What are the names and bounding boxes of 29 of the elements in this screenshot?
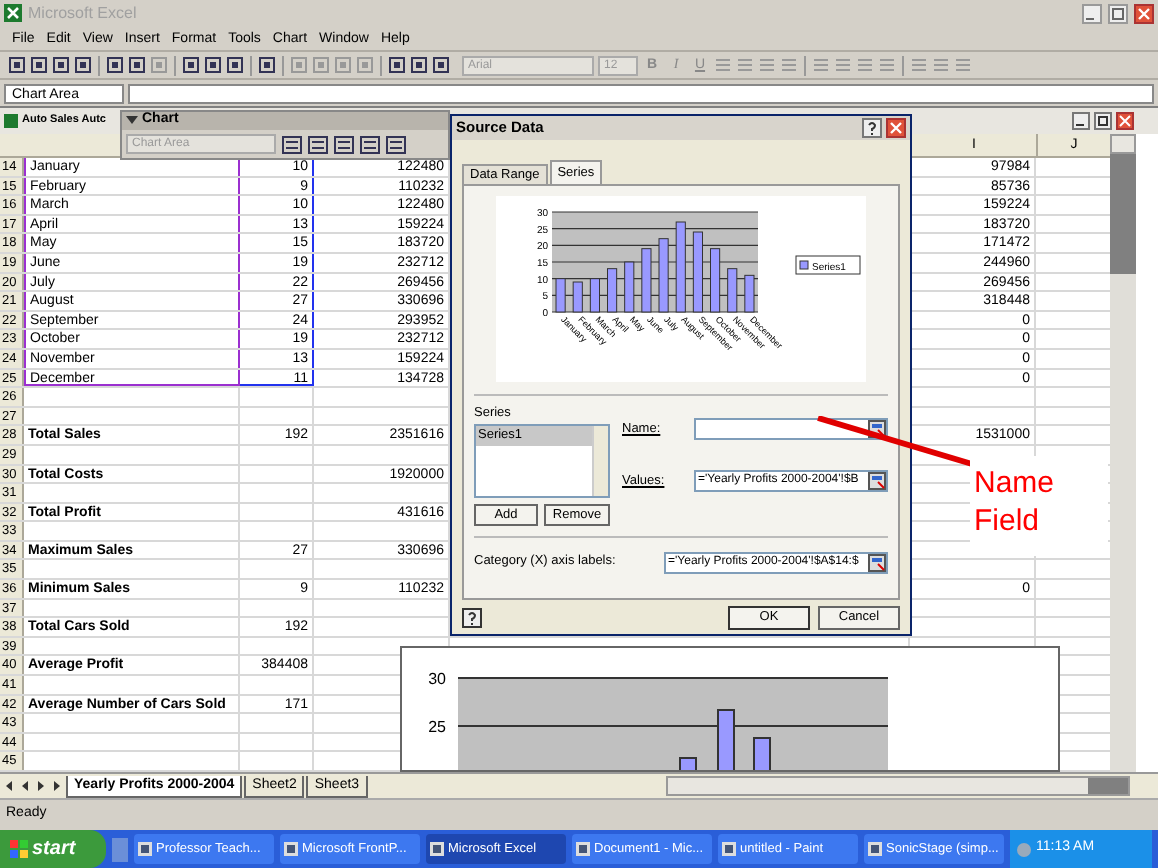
restore-icon[interactable]	[1094, 112, 1112, 130]
collapse-dialog-icon[interactable]	[868, 553, 886, 572]
formula-input[interactable]	[128, 83, 1154, 103]
minimize-icon[interactable]	[1082, 3, 1102, 23]
app-icon[interactable]	[138, 842, 152, 856]
excel-icon[interactable]	[4, 4, 22, 22]
minimize-icon[interactable]	[1072, 112, 1090, 130]
vertical-scrollbar[interactable]	[1110, 134, 1136, 772]
close-icon[interactable]	[886, 118, 906, 138]
axis-tick-label: 30	[428, 670, 446, 688]
app-icon[interactable]	[284, 842, 298, 856]
input-field[interactable]	[694, 418, 888, 440]
annotation-text: Name Field	[970, 456, 1108, 556]
close-icon[interactable]	[1116, 112, 1134, 130]
app-icon[interactable]	[430, 842, 444, 856]
app-icon[interactable]	[576, 842, 590, 856]
windows-logo-icon[interactable]	[10, 840, 28, 858]
collapse-dialog-icon[interactable]	[868, 472, 886, 490]
first-sheet-icon[interactable]	[2, 778, 16, 794]
dropdown-arrow-icon[interactable]	[126, 116, 138, 126]
horizontal-scrollbar[interactable]	[666, 776, 1130, 796]
next-sheet-icon[interactable]	[34, 778, 48, 794]
previous-sheet-icon[interactable]	[18, 778, 32, 794]
app-icon[interactable]	[722, 842, 736, 856]
close-icon[interactable]	[1134, 3, 1154, 23]
restore-icon[interactable]	[1108, 3, 1128, 23]
start-button[interactable]: start	[0, 830, 106, 868]
axis-tick-label: 25	[428, 718, 446, 736]
app-icon[interactable]	[868, 842, 882, 856]
